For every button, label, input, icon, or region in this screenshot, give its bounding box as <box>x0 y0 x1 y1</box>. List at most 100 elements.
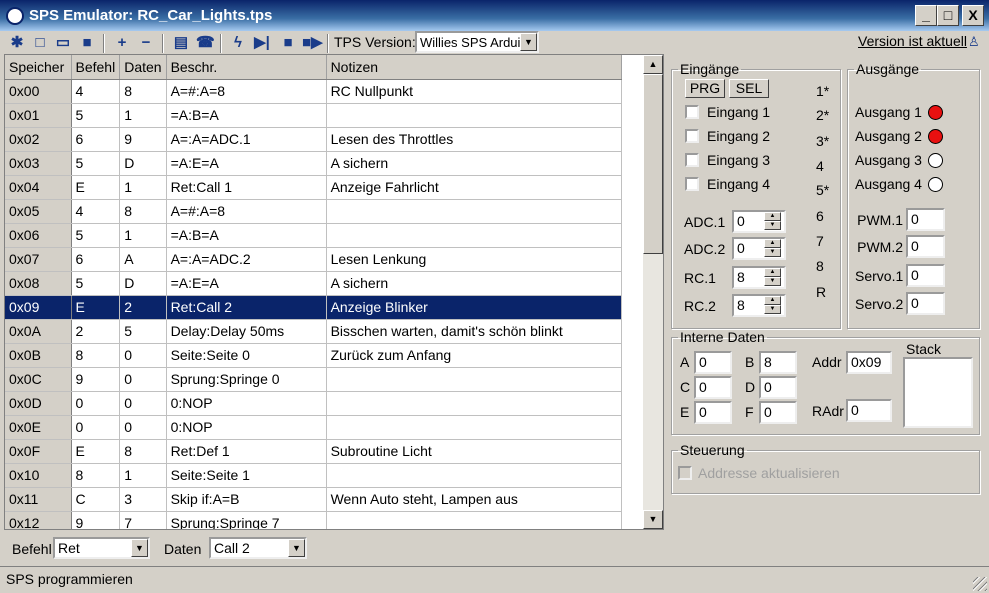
table-cell[interactable]: D <box>119 271 167 296</box>
new-icon[interactable]: □ <box>31 34 49 52</box>
column-header-daten[interactable]: Daten <box>119 55 167 80</box>
register-field[interactable]: 0 <box>694 376 732 399</box>
table-cell[interactable]: E <box>71 439 121 464</box>
table-cell[interactable]: 8 <box>119 199 167 224</box>
table-cell[interactable]: 0:NOP <box>166 391 327 416</box>
table-cell[interactable]: A=:A=ADC.1 <box>166 127 327 152</box>
table-cell[interactable]: 0 <box>119 415 167 440</box>
table-cell[interactable]: A sichern <box>326 271 622 296</box>
table-cell[interactable] <box>326 367 622 392</box>
step-over-icon[interactable]: ■▶ <box>302 34 323 52</box>
run-icon[interactable]: ✱ <box>8 34 26 52</box>
chevron-down-icon[interactable]: ▼ <box>520 33 537 51</box>
table-cell[interactable]: A sichern <box>326 151 622 176</box>
register-field[interactable]: 8 <box>759 351 797 374</box>
vertical-scrollbar[interactable]: ▲ ▼ <box>643 55 663 529</box>
table-row[interactable]: 0x0B 8 0 Seite:Seite 0 Zurück zum Anfang <box>5 343 622 368</box>
table-cell[interactable]: =A:B=A <box>166 223 327 248</box>
table-row[interactable]: 0x0D 0 0 0:NOP <box>5 391 622 416</box>
tps-version-select[interactable]: Willies SPS Arduino ▼ <box>415 31 539 53</box>
table-cell[interactable]: D <box>119 151 167 176</box>
table-row[interactable]: 0x0E 0 0 0:NOP <box>5 415 622 440</box>
table-cell[interactable]: 0x02 <box>5 127 72 152</box>
spin-down-icon[interactable]: ▼ <box>764 221 781 230</box>
register-field[interactable]: 0 <box>694 351 732 374</box>
table-cell[interactable]: 0x08 <box>5 271 72 296</box>
table-cell[interactable]: 0x11 <box>5 487 72 512</box>
spin-up-icon[interactable]: ▲ <box>764 239 781 248</box>
table-cell[interactable]: 9 <box>71 511 121 529</box>
table-cell[interactable]: 0x07 <box>5 247 72 272</box>
table-cell[interactable]: 8 <box>119 439 167 464</box>
table-cell[interactable]: 2 <box>119 295 167 320</box>
table-cell[interactable] <box>326 391 622 416</box>
table-cell[interactable]: 5 <box>71 151 121 176</box>
table-cell[interactable]: 9 <box>119 127 167 152</box>
table-cell[interactable]: 0x12 <box>5 511 72 529</box>
table-cell[interactable]: 0 <box>71 415 121 440</box>
close-button[interactable]: X <box>962 5 984 26</box>
table-cell[interactable]: Seite:Seite 0 <box>166 343 327 368</box>
table-cell[interactable]: Sprung:Springe 0 <box>166 367 327 392</box>
table-cell[interactable]: 0x0F <box>5 439 72 464</box>
table-row[interactable]: 0x0C 9 0 Sprung:Springe 0 <box>5 367 622 392</box>
table-cell[interactable] <box>326 415 622 440</box>
column-header-speicher[interactable]: Speicher <box>5 55 72 80</box>
table-cell[interactable]: 8 <box>71 463 121 488</box>
daten-select[interactable]: Call 2 ▼ <box>209 537 307 559</box>
table-row[interactable]: 0x05 4 8 A=#:A=8 <box>5 199 622 224</box>
table-cell[interactable] <box>326 103 622 128</box>
table-cell[interactable]: 0x0D <box>5 391 72 416</box>
table-row[interactable]: 0x12 9 7 Sprung:Springe 7 <box>5 511 622 529</box>
table-cell[interactable]: A=:A=ADC.2 <box>166 247 327 272</box>
table-cell[interactable]: 0x04 <box>5 175 72 200</box>
table-cell[interactable]: 6 <box>71 127 121 152</box>
table-row[interactable]: 0x01 5 1 =A:B=A <box>5 103 622 128</box>
table-cell[interactable]: A=#:A=8 <box>166 199 327 224</box>
version-link[interactable]: Version ist aktuell <box>858 33 967 49</box>
table-cell[interactable]: =A:E=A <box>166 271 327 296</box>
table-row[interactable]: 0x04 E 1 Ret:Call 1 Anzeige Fahrlicht <box>5 175 622 200</box>
spin-down-icon[interactable]: ▼ <box>764 248 781 257</box>
table-cell[interactable]: Zurück zum Anfang <box>326 343 622 368</box>
table-cell[interactable]: 5 <box>71 103 121 128</box>
table-cell[interactable]: Subroutine Licht <box>326 439 622 464</box>
table-cell[interactable]: 3 <box>119 487 167 512</box>
table-cell[interactable]: 1 <box>119 463 167 488</box>
pwm-field[interactable]: 0 <box>906 235 945 258</box>
table-cell[interactable]: A=#:A=8 <box>166 79 327 104</box>
table-cell[interactable]: Ret:Def 1 <box>166 439 327 464</box>
table-cell[interactable]: Sprung:Springe 7 <box>166 511 327 529</box>
table-row[interactable]: 0x08 5 D =A:E=A A sichern <box>5 271 622 296</box>
table-cell[interactable]: E <box>71 175 121 200</box>
pwm-field[interactable]: 0 <box>906 292 945 315</box>
table-row[interactable]: 0x07 6 A A=:A=ADC.2 Lesen Lenkung <box>5 247 622 272</box>
table-row[interactable]: 0x06 5 1 =A:B=A <box>5 223 622 248</box>
table-cell[interactable]: 9 <box>71 367 121 392</box>
pwm-field[interactable]: 0 <box>906 208 945 231</box>
eingang-3-checkbox[interactable] <box>685 153 699 167</box>
eingang-4-checkbox[interactable] <box>685 177 699 191</box>
table-cell[interactable]: 5 <box>71 271 121 296</box>
export-icon[interactable]: ▤ <box>172 34 190 52</box>
table-row[interactable]: 0x00 4 8 A=#:A=8 RC Nullpunkt <box>5 79 622 104</box>
open-icon[interactable]: ▭ <box>54 34 72 52</box>
table-cell[interactable]: 5 <box>119 319 167 344</box>
table-cell[interactable]: 6 <box>71 247 121 272</box>
table-cell[interactable]: 0x0B <box>5 343 72 368</box>
table-cell[interactable]: 0 <box>119 367 167 392</box>
table-cell[interactable]: Delay:Delay 50ms <box>166 319 327 344</box>
stack-list[interactable] <box>903 357 973 428</box>
table-cell[interactable]: 0x09 <box>5 295 72 320</box>
table-row[interactable]: 0x11 C 3 Skip if:A=B Wenn Auto steht, Lampen… <box>5 487 622 512</box>
spin-up-icon[interactable]: ▲ <box>764 212 781 221</box>
chevron-down-icon[interactable]: ▼ <box>131 539 148 557</box>
maximize-button[interactable]: □ <box>937 5 959 26</box>
addresse-aktualisieren-checkbox[interactable] <box>678 466 692 480</box>
table-cell[interactable]: 0x05 <box>5 199 72 224</box>
table-cell[interactable]: 5 <box>71 223 121 248</box>
table-cell[interactable]: 2 <box>71 319 121 344</box>
table-row[interactable]: 0x03 5 D =A:E=A A sichern <box>5 151 622 176</box>
phone-icon[interactable]: ☎ <box>196 34 215 52</box>
register-field[interactable]: 0 <box>759 376 797 399</box>
